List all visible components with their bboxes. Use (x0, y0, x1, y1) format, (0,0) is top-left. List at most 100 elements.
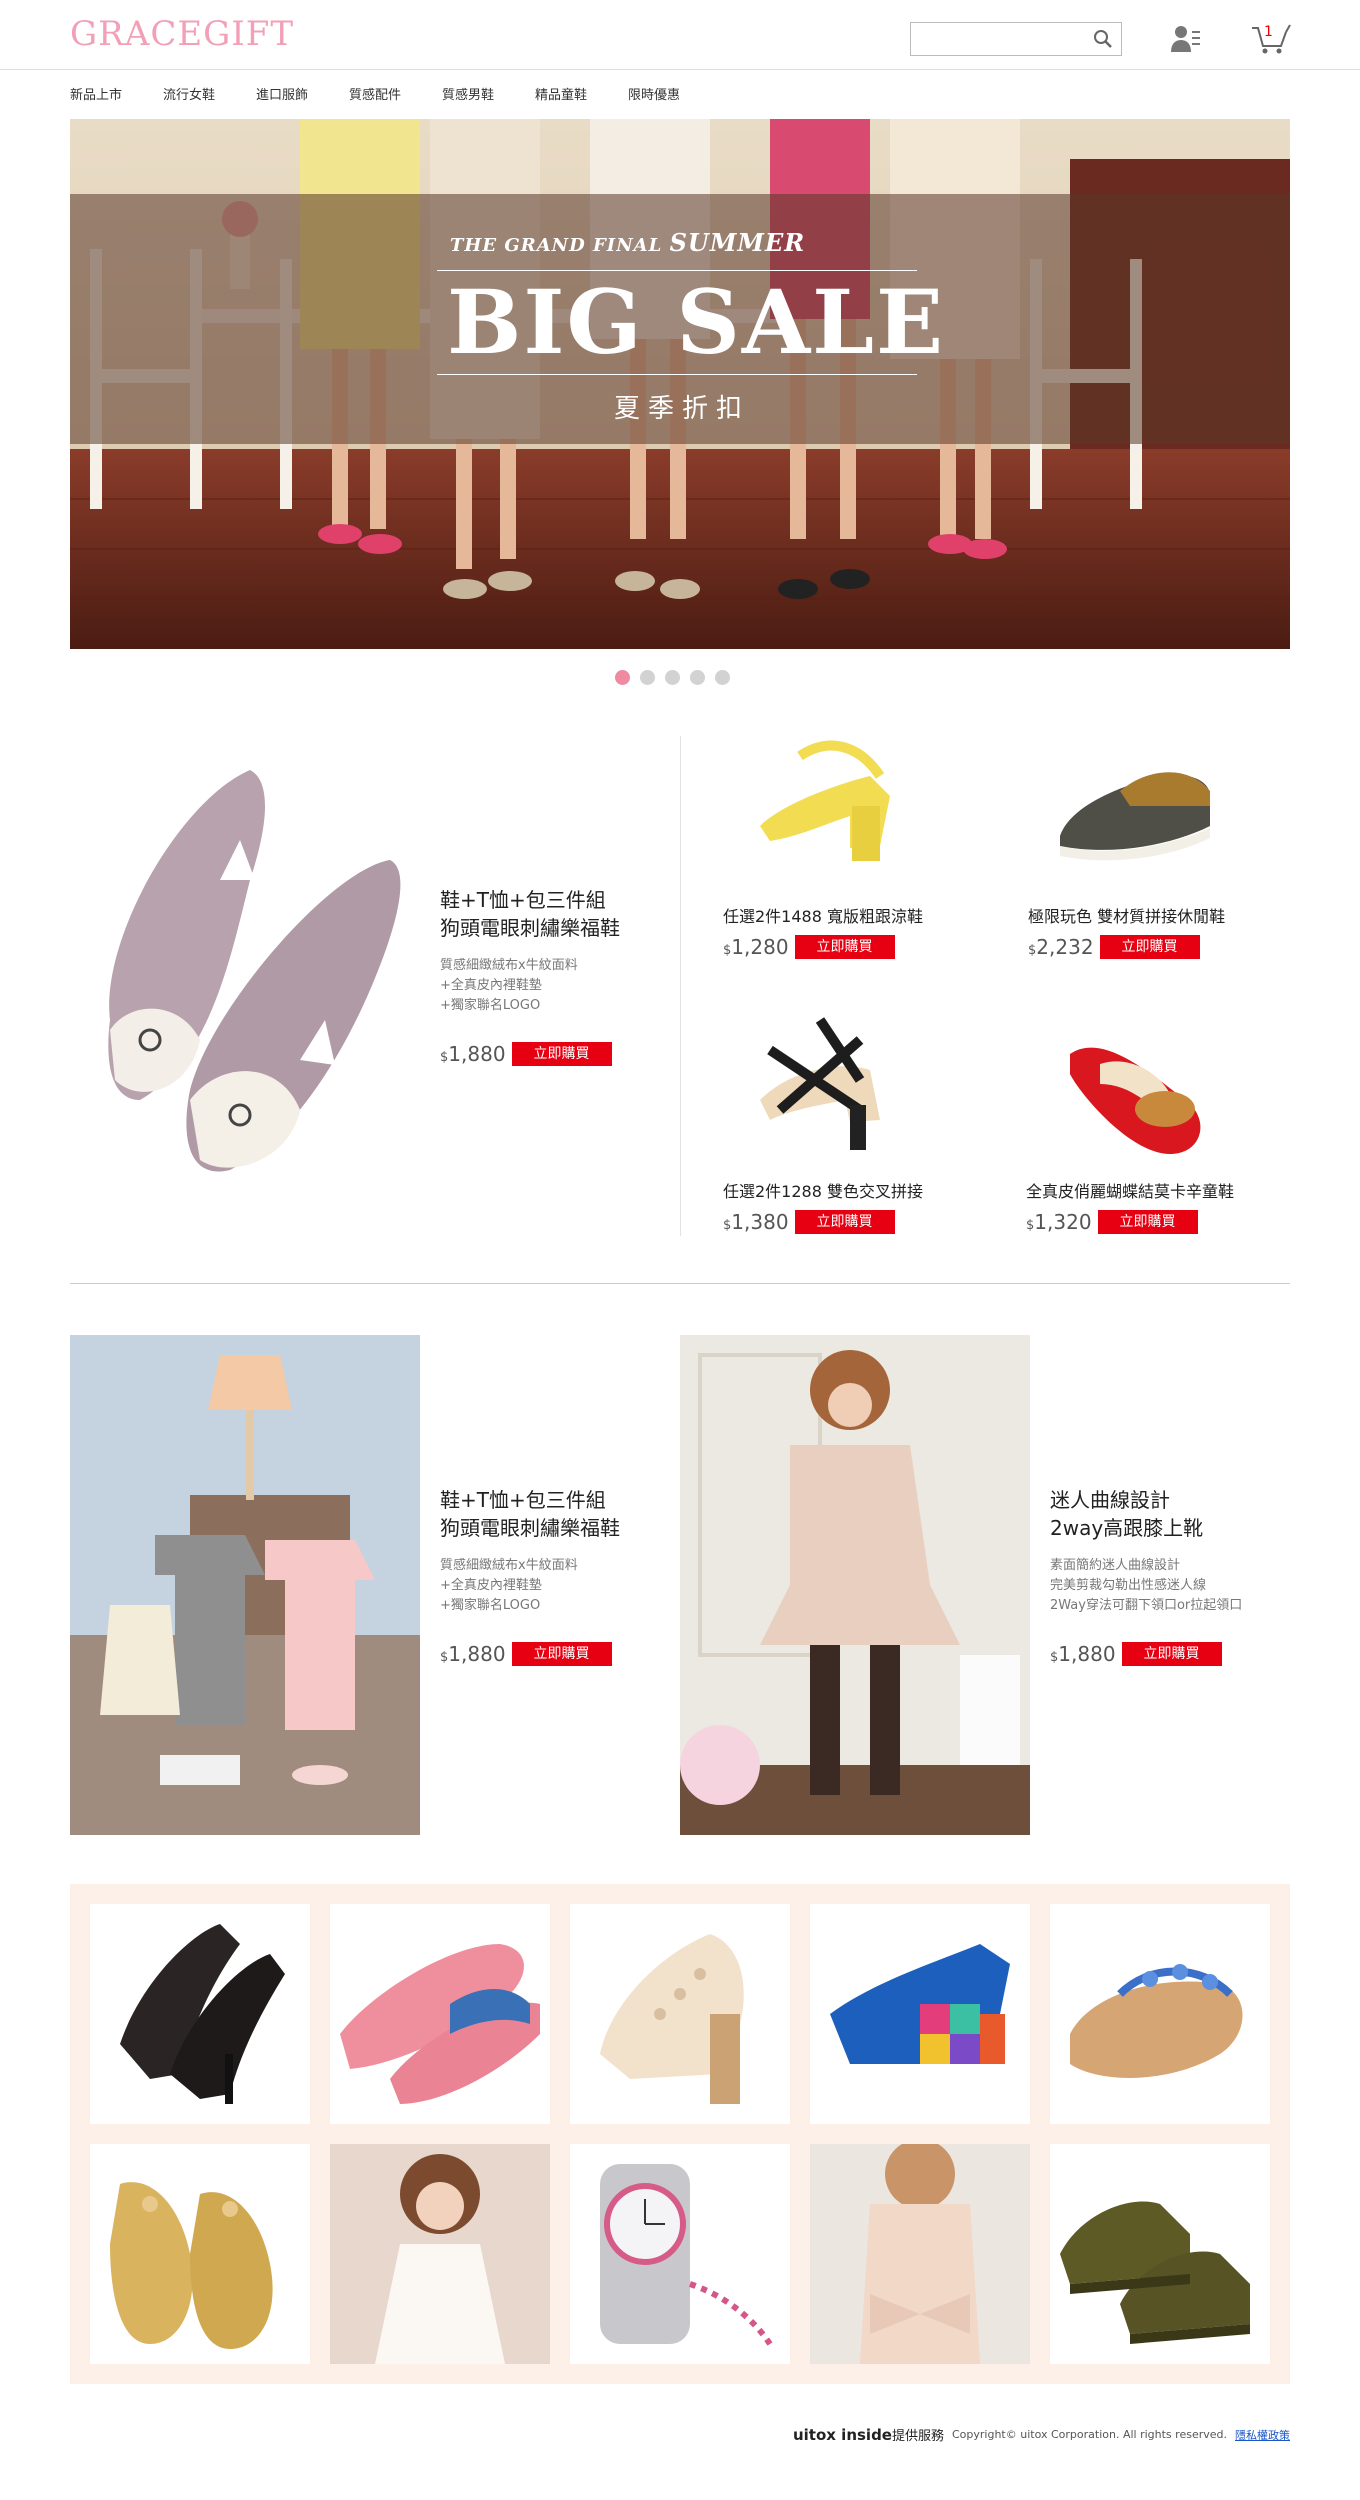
section-divider (70, 1283, 1290, 1284)
featured-desc-1: 質感細緻絨布x牛紋面料 (440, 958, 578, 973)
promo-image-right[interactable] (680, 1335, 1030, 1835)
product-caption-1: 任選2件1488 寬版粗跟涼鞋 $1,280 立即購買 (723, 903, 923, 959)
grid-item-bow-back-top[interactable] (810, 2144, 1030, 2364)
product-caption-2: 極限玩色 雙材質拼接休閒鞋 $2,232 立即購買 (1028, 903, 1225, 959)
featured-title-line2[interactable]: 狗頭電眼刺繡樂福鞋 (440, 914, 620, 942)
promo-left-desc-3: +獨家聯名LOGO (440, 1598, 541, 1613)
footer-brand: uitox inside提供服務 (793, 2425, 944, 2444)
nav-limited-offers[interactable]: 限時優惠 (628, 78, 721, 112)
product-buy-button-4[interactable]: 立即購買 (1097, 1210, 1198, 1234)
footer-copyright: Copyright© uitox Corporation. All rights… (952, 2428, 1227, 2441)
product-image-red-moccasin[interactable] (1060, 1014, 1220, 1164)
featured-product-image[interactable] (70, 760, 420, 1200)
product-caption-3: 任選2件1288 雙色交叉拼接 $1,380 立即購買 (723, 1178, 923, 1234)
banner-subtitle-prefix: THE GRAND FINAL (450, 235, 663, 256)
grid-item-white-lace-dress[interactable] (330, 2144, 550, 2364)
promo-left-price-value: 1,880 (448, 1642, 506, 1666)
featured-price: $1,880 (440, 1042, 506, 1066)
grid-item-colorblock-wedge[interactable] (810, 1904, 1030, 2124)
grid-item-pink-espadrilles[interactable] (330, 1904, 550, 2124)
product-name-2[interactable]: 極限玩色 雙材質拼接休閒鞋 (1028, 903, 1225, 927)
promo-right-info: 迷人曲線設計 2way高跟膝上靴 素面簡約迷人曲線設計 完美剪裁勾勒出性感迷人線… (1050, 1486, 1242, 1666)
promo-left-price: $1,880 (440, 1642, 506, 1666)
grid-item-cutout-heel-sandals[interactable] (570, 1904, 790, 2124)
featured-price-value: 1,880 (448, 1042, 506, 1066)
product-price-1: $1,280 (723, 935, 789, 959)
promo-image-left[interactable] (70, 1335, 420, 1835)
product-name-3[interactable]: 任選2件1288 雙色交叉拼接 (723, 1178, 923, 1202)
privacy-policy-link[interactable]: 隱私權政策 (1235, 2427, 1290, 2443)
search-box[interactable] (910, 22, 1122, 56)
featured-buy-button[interactable]: 立即購買 (511, 1042, 612, 1066)
banner-rule-bottom (437, 374, 917, 375)
grid-item-suede-chukka[interactable] (1050, 2144, 1270, 2364)
nav-kids-shoes[interactable]: 精品童鞋 (535, 78, 628, 112)
promo-right-price: $1,880 (1050, 1642, 1116, 1666)
banner-subtitle-word: SUMMER (669, 228, 806, 257)
footer: uitox inside提供服務 Copyright© uitox Corpor… (793, 2425, 1290, 2444)
nav-new-arrivals[interactable]: 新品上市 (70, 78, 163, 112)
product-price-value-3: 1,380 (731, 1210, 789, 1234)
banner-dot-1[interactable] (615, 670, 630, 685)
product-image-cross-sandals[interactable] (750, 1010, 910, 1160)
nav-accessories[interactable]: 質感配件 (349, 78, 442, 112)
search-icon[interactable] (1093, 29, 1113, 53)
banner-subtitle: THE GRAND FINAL SUMMER (450, 228, 805, 257)
promo-right-title-line2[interactable]: 2way高跟膝上靴 (1050, 1514, 1242, 1542)
promo-right-desc-1: 素面簡約迷人曲線設計 (1050, 1558, 1181, 1573)
banner-dot-2[interactable] (640, 670, 655, 685)
promo-left-desc-2: +全真皮內裡鞋墊 (440, 1578, 542, 1593)
featured-desc-3: +獨家聯名LOGO (440, 998, 541, 1013)
product-price-value-1: 1,280 (731, 935, 789, 959)
promo-left-info: 鞋+T恤+包三件組 狗頭電眼刺繡樂福鞋 質感細緻絨布x牛紋面料 +全真皮內裡鞋墊… (440, 1486, 620, 1666)
promo-left-title-line1[interactable]: 鞋+T恤+包三件組 (440, 1486, 620, 1514)
grid-item-jeweled-sandals[interactable] (1050, 1904, 1270, 2124)
site-logo[interactable]: GRACEGIFT (70, 14, 294, 54)
promo-left-title-line2[interactable]: 狗頭電眼刺繡樂福鞋 (440, 1514, 620, 1542)
product-price-2: $2,232 (1028, 935, 1094, 959)
banner-dot-4[interactable] (690, 670, 705, 685)
banner-chinese-caption: 夏季折扣 (614, 394, 751, 424)
grid-item-lace-pumps[interactable] (90, 1904, 310, 2124)
product-price-value-4: 1,320 (1034, 1210, 1092, 1234)
product-price-3: $1,380 (723, 1210, 789, 1234)
nav-women-shoes[interactable]: 流行女鞋 (163, 78, 256, 112)
column-divider (680, 736, 681, 1236)
header-divider (0, 69, 1360, 70)
promo-right-price-value: 1,880 (1058, 1642, 1116, 1666)
product-caption-4: 全真皮俏麗蝴蝶結莫卡辛童鞋 $1,320 立即購買 (1026, 1178, 1234, 1234)
banner-dot-5[interactable] (715, 670, 730, 685)
banner-title: BIG SALE (447, 270, 946, 374)
promo-left-buy-button[interactable]: 立即購買 (511, 1642, 612, 1666)
product-grid (70, 1884, 1290, 2384)
main-nav: 新品上市 流行女鞋 進口服飾 質感配件 質感男鞋 精品童鞋 限時優惠 (70, 78, 721, 112)
featured-product-info: 鞋+T恤+包三件組 狗頭電眼刺繡樂福鞋 質感細緻絨布x牛紋面料 +全真皮內裡鞋墊… (440, 886, 620, 1066)
nav-imported-apparel[interactable]: 進口服飾 (256, 78, 349, 112)
footer-brand-name: uitox inside (792, 2426, 892, 2444)
cart-count-badge: 1 (1264, 24, 1273, 40)
product-name-1[interactable]: 任選2件1488 寬版粗跟涼鞋 (723, 903, 923, 927)
grid-item-glitter-kids-flats[interactable] (90, 2144, 310, 2364)
product-image-casual-sneakers[interactable] (1050, 746, 1220, 876)
search-input[interactable] (911, 23, 1081, 55)
grid-item-crystal-watch[interactable] (570, 2144, 790, 2364)
product-price-value-2: 2,232 (1036, 935, 1094, 959)
featured-desc-2: +全真皮內裡鞋墊 (440, 978, 542, 993)
product-buy-button-2[interactable]: 立即購買 (1099, 935, 1200, 959)
featured-title-line1[interactable]: 鞋+T恤+包三件組 (440, 886, 620, 914)
banner-pagination (615, 670, 730, 685)
promo-left-desc-1: 質感細緻絨布x牛紋面料 (440, 1558, 578, 1573)
promo-right-buy-button[interactable]: 立即購買 (1121, 1642, 1222, 1666)
promo-right-desc-3: 2Way穿法可翻下領口or拉起領口 (1050, 1598, 1243, 1613)
promo-right-desc-2: 完美剪裁勾勒出性感迷人線 (1050, 1578, 1207, 1593)
product-image-yellow-sandals[interactable] (740, 736, 910, 876)
nav-men-shoes[interactable]: 質感男鞋 (442, 78, 535, 112)
footer-service: 提供服務 (891, 2429, 944, 2444)
member-icon[interactable] (1170, 24, 1202, 58)
product-buy-button-1[interactable]: 立即購買 (794, 935, 895, 959)
promo-right-title-line1[interactable]: 迷人曲線設計 (1050, 1486, 1242, 1514)
banner-dot-3[interactable] (665, 670, 680, 685)
product-buy-button-3[interactable]: 立即購買 (794, 1210, 895, 1234)
product-price-4: $1,320 (1026, 1210, 1092, 1234)
product-name-4[interactable]: 全真皮俏麗蝴蝶結莫卡辛童鞋 (1026, 1178, 1234, 1202)
